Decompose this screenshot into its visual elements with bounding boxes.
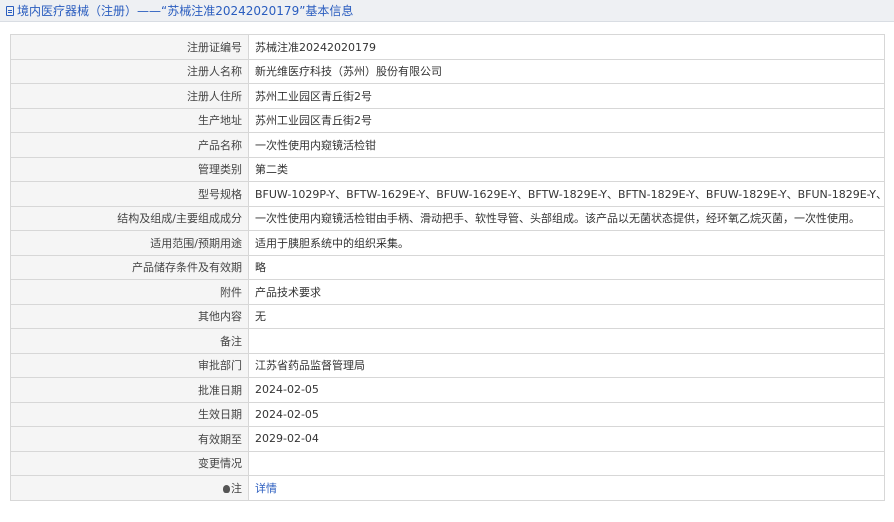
table-row: 其他内容 无 [10,303,885,329]
row-label: 附件 [10,279,249,305]
row-value: 适用于胰胆系统中的组织采集。 [248,230,885,256]
table-row: 注册人名称 新光维医疗科技（苏州）股份有限公司 [10,58,885,84]
row-label: 变更情况 [10,450,249,476]
row-label: 批准日期 [10,377,249,403]
row-value: 2024-02-05 [248,377,885,403]
table-row: 批准日期 2024-02-05 [10,377,885,403]
row-value: 苏州工业园区青丘街2号 [248,107,885,133]
table-row: 注册人住所 苏州工业园区青丘街2号 [10,83,885,109]
row-label: 产品储存条件及有效期 [10,254,249,280]
row-label: 其他内容 [10,303,249,329]
row-label: 备注 [10,328,249,354]
page-header: 境内医疗器械（注册）——“苏械注准20242020179”基本信息 [0,0,894,22]
row-label: 有效期至 [10,426,249,452]
table-row: 附件 产品技术要求 [10,279,885,305]
row-label: 型号规格 [10,181,249,207]
table-row: 审批部门 江苏省药品监督管理局 [10,352,885,378]
row-value: 产品技术要求 [248,279,885,305]
row-label: 注册人住所 [10,83,249,109]
table-row: 产品名称 一次性使用内窥镜活检钳 [10,132,885,158]
row-label: 产品名称 [10,132,249,158]
table-row: 产品储存条件及有效期 略 [10,254,885,280]
table-row: 注册证编号 苏械注准20242020179 [10,34,885,60]
note-value-cell: 详情 [248,475,885,501]
row-value: 一次性使用内窥镜活检钳由手柄、滑动把手、软性导管、头部组成。该产品以无菌状态提供… [248,205,885,231]
note-label-cell: 注 [10,475,249,501]
row-label: 适用范围/预期用途 [10,230,249,256]
table-row: 生效日期 2024-02-05 [10,401,885,427]
document-icon [6,5,14,16]
row-value: 第二类 [248,156,885,182]
page-title: 境内医疗器械（注册）——“苏械注准20242020179”基本信息 [17,4,354,18]
note-row: 注 详情 [10,475,885,501]
table-row: 备注 [10,328,885,354]
row-label: 生产地址 [10,107,249,133]
row-label: 注册人名称 [10,58,249,84]
row-value: 江苏省药品监督管理局 [248,352,885,378]
note-label: 注 [231,481,242,495]
table-row: 适用范围/预期用途 适用于胰胆系统中的组织采集。 [10,230,885,256]
row-value: BFUW-1029P-Y、BFTW-1629E-Y、BFUW-1629E-Y、B… [248,181,885,207]
table-row: 变更情况 [10,450,885,476]
row-value: 苏械注准20242020179 [248,34,885,60]
row-value [248,328,885,354]
row-value: 略 [248,254,885,280]
row-label: 结构及组成/主要组成成分 [10,205,249,231]
table-row: 型号规格 BFUW-1029P-Y、BFTW-1629E-Y、BFUW-1629… [10,181,885,207]
table-row: 有效期至 2029-02-04 [10,426,885,452]
row-value: 2029-02-04 [248,426,885,452]
row-value [248,450,885,476]
row-label: 管理类别 [10,156,249,182]
row-label: 生效日期 [10,401,249,427]
registration-info-table: 注册证编号 苏械注准20242020179 注册人名称 新光维医疗科技（苏州）股… [10,34,885,501]
row-value: 无 [248,303,885,329]
row-value: 新光维医疗科技（苏州）股份有限公司 [248,58,885,84]
row-label: 审批部门 [10,352,249,378]
row-value: 2024-02-05 [248,401,885,427]
table-row: 生产地址 苏州工业园区青丘街2号 [10,107,885,133]
row-label: 注册证编号 [10,34,249,60]
table-row: 结构及组成/主要组成成分 一次性使用内窥镜活检钳由手柄、滑动把手、软性导管、头部… [10,205,885,231]
row-value: 苏州工业园区青丘街2号 [248,83,885,109]
row-value: 一次性使用内窥镜活检钳 [248,132,885,158]
table-row: 管理类别 第二类 [10,156,885,182]
bulb-icon [223,484,230,493]
details-link[interactable]: 详情 [255,482,277,495]
